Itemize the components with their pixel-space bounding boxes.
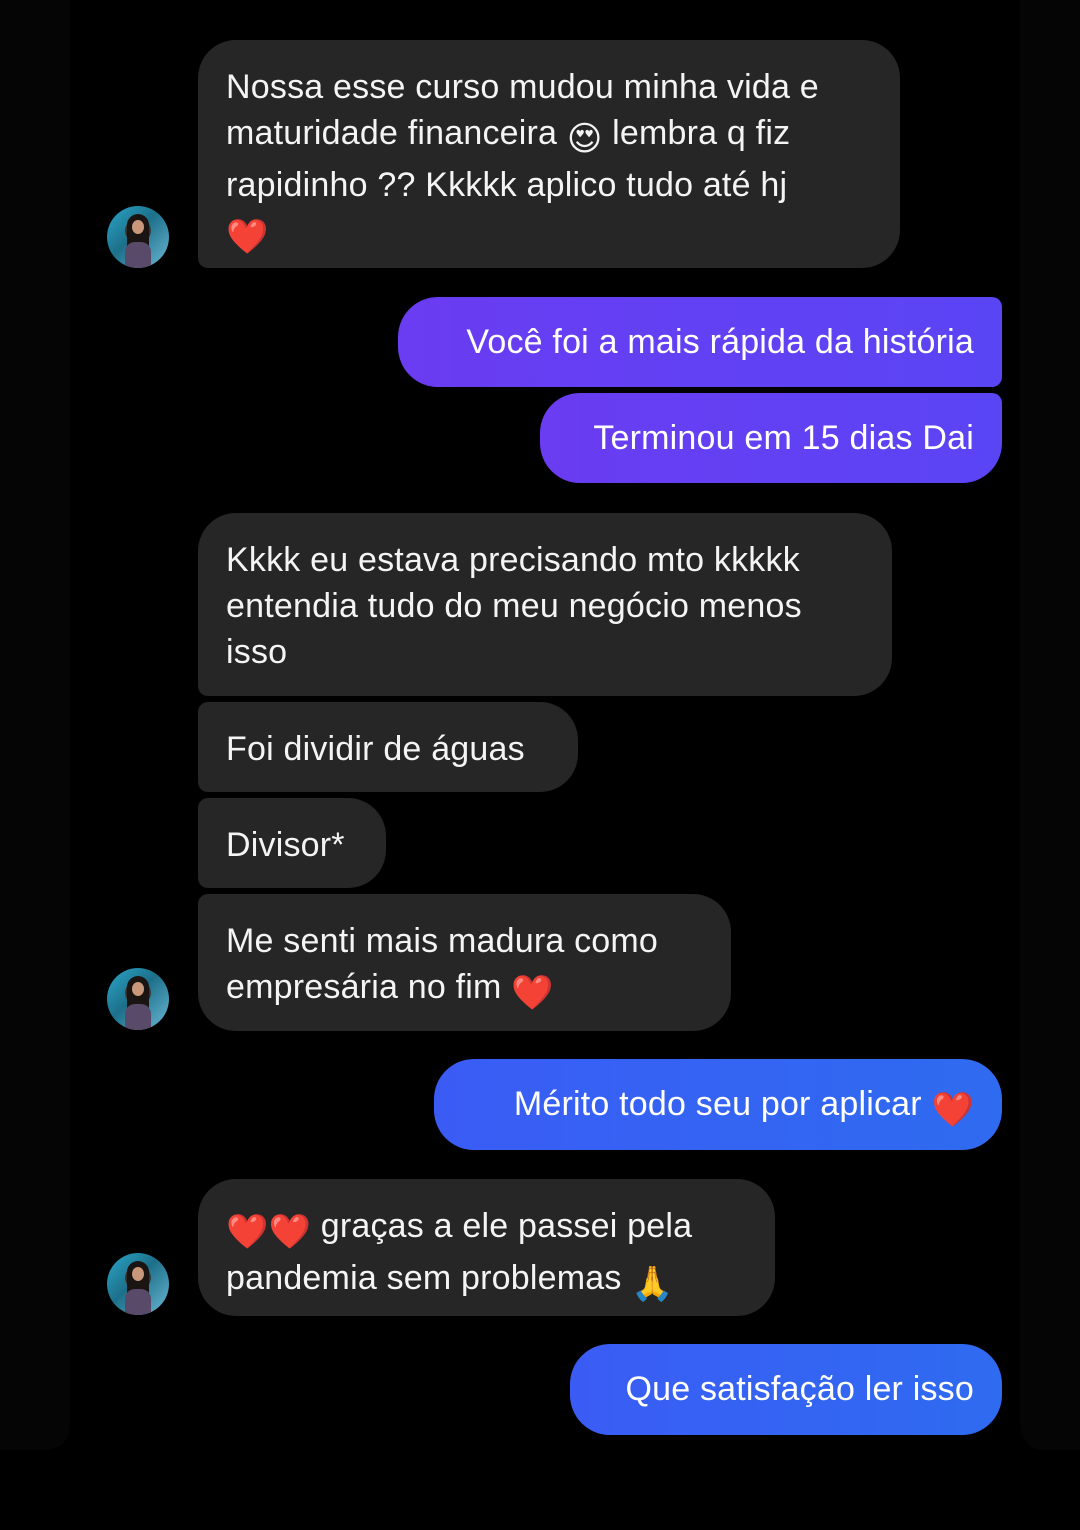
right-edge <box>1020 0 1080 1450</box>
message-text: Terminou em 15 dias Dai <box>593 419 974 457</box>
heart-eyes-emoji-icon: 😍 <box>566 120 603 158</box>
red-heart-emoji-icon: ❤️ <box>931 1091 974 1129</box>
contact-avatar[interactable] <box>107 1253 169 1315</box>
message-text: Kkkk eu estava precisando mto kkkkk ente… <box>226 541 802 671</box>
message-text: Mérito todo seu por aplicar <box>513 1085 922 1123</box>
left-edge <box>0 0 70 1450</box>
message-text: Você foi a mais rápida da história <box>466 323 974 361</box>
red-hearts-emoji-icon: ❤️❤️ <box>226 1213 312 1251</box>
contact-avatar[interactable] <box>107 206 169 268</box>
incoming-message[interactable]: Foi dividir de águas <box>198 702 578 792</box>
incoming-message[interactable]: Nossa esse curso mudou minha vida e matu… <box>198 40 900 268</box>
incoming-message[interactable]: ❤️❤️ graças a ele passei pela pandemia s… <box>198 1179 775 1316</box>
outgoing-message[interactable]: Mérito todo seu por aplicar ❤️ <box>434 1059 1002 1150</box>
message-text: Foi dividir de águas <box>226 730 525 768</box>
message-text: Que satisfação ler isso <box>625 1370 974 1408</box>
incoming-message[interactable]: Divisor* <box>198 798 386 888</box>
incoming-message[interactable]: Kkkk eu estava precisando mto kkkkk ente… <box>198 513 892 696</box>
red-heart-emoji-icon: ❤️ <box>226 218 269 256</box>
outgoing-message[interactable]: Terminou em 15 dias Dai <box>540 393 1002 483</box>
message-text: Divisor* <box>226 826 345 864</box>
incoming-message[interactable]: Me senti mais madura como empresária no … <box>198 894 731 1031</box>
outgoing-message[interactable]: Você foi a mais rápida da história <box>398 297 1002 387</box>
outgoing-message[interactable]: Que satisfação ler isso <box>570 1344 1002 1435</box>
red-heart-emoji-icon: ❤️ <box>511 974 554 1012</box>
praying-hands-emoji-icon: 🙏 <box>631 1265 674 1303</box>
contact-avatar[interactable] <box>107 968 169 1030</box>
message-text: Me senti mais madura como empresária no … <box>226 922 659 1006</box>
